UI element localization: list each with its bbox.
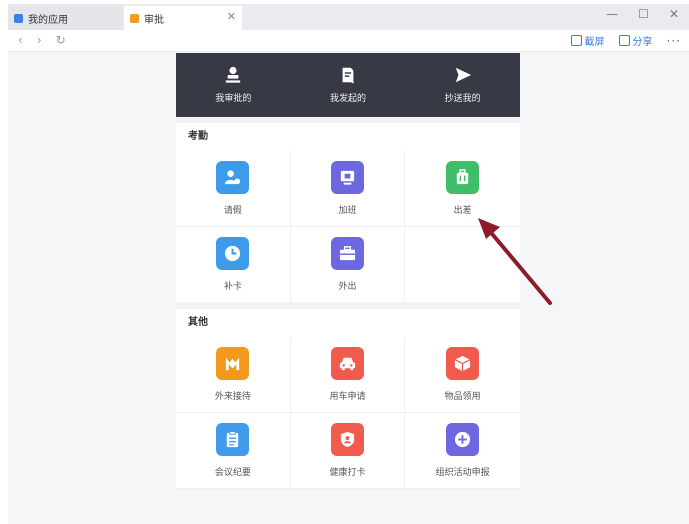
app-label: 用车申请 (329, 392, 366, 402)
app-label: 物品领用 (444, 392, 481, 402)
reception-icon (216, 347, 250, 380)
app-punch-fix[interactable]: 补卡 (176, 227, 291, 303)
stamp-icon (226, 66, 241, 83)
header-item-label: 抄送我的 (444, 94, 481, 104)
header-item-initiated[interactable]: 我发起的 (291, 53, 406, 117)
screenshot-label: 截屏 (584, 37, 605, 48)
minimize-icon[interactable]: — (606, 7, 618, 21)
briefcase-icon (330, 237, 364, 270)
tab-approval[interactable]: 审批 ✕ (124, 6, 242, 30)
other-grid: 外来接待 用车申请 物品领用 会议纪要 健康打卡 组织活动申报 (176, 337, 520, 489)
overtime-icon (330, 161, 364, 194)
app-visitor-reception[interactable]: 外来接待 (176, 337, 291, 413)
section-title-attendance: 考勤 (176, 123, 520, 151)
clipboard-icon (216, 423, 250, 456)
car-icon (330, 347, 364, 380)
browser-window: 我的应用 审批 ✕ — ☐ ✕ ‹ › ↻ 截屏 分享 ··· 我审批的 我发起… (8, 4, 689, 524)
app-business-trip[interactable]: 出差 (405, 151, 520, 227)
send-icon (455, 67, 471, 83)
app-health-checkin[interactable]: 健康打卡 (290, 413, 406, 489)
app-label: 健康打卡 (329, 468, 366, 478)
header-item-label: 我审批的 (215, 94, 252, 104)
tab-label: 审批 (144, 14, 164, 26)
header-item-my-approvals[interactable]: 我审批的 (176, 53, 291, 117)
more-icon[interactable]: ··· (667, 34, 681, 48)
refresh-icon[interactable]: ↻ (56, 33, 66, 47)
app-label: 出差 (453, 206, 472, 216)
app-event-application[interactable]: 组织活动申报 (405, 413, 520, 489)
app-label: 请假 (223, 206, 242, 216)
clock-icon (216, 237, 250, 270)
app-meeting-minutes[interactable]: 会议纪要 (176, 413, 291, 489)
app-label: 组织活动申报 (435, 468, 490, 478)
screenshot-button[interactable]: 截屏 (570, 33, 605, 48)
app-label: 会议纪要 (214, 468, 251, 478)
attendance-grid: 请假 加班 出差 补卡 外出 (176, 151, 520, 303)
header-item-cc[interactable]: 抄送我的 (405, 53, 520, 117)
shield-icon (330, 423, 364, 456)
nav-buttons: ‹ › ↻ (18, 33, 66, 47)
section-title-other: 其他 (176, 309, 520, 337)
app-label: 加班 (338, 206, 357, 216)
share-label: 分享 (632, 37, 653, 48)
approval-icon (130, 13, 139, 23)
approval-header: 我审批的 我发起的 抄送我的 (176, 53, 520, 117)
approval-panel: 我审批的 我发起的 抄送我的 考勤 请假 加班 出差 补卡 外出 其他 外来接待… (176, 53, 520, 489)
tab-my-apps[interactable]: 我的应用 (8, 6, 123, 30)
empty-cell (405, 227, 520, 303)
window-controls: — ☐ ✕ (606, 7, 679, 21)
toolbar-tools: 截屏 分享 ··· (570, 33, 681, 48)
toolbar: ‹ › ↻ 截屏 分享 ··· (8, 30, 689, 52)
plus-circle-icon (446, 423, 480, 456)
document-icon (342, 67, 355, 84)
tab-bar: 我的应用 审批 ✕ — ☐ ✕ (8, 4, 689, 30)
app-label: 补卡 (223, 282, 242, 292)
close-icon[interactable]: ✕ (227, 10, 236, 23)
app-leave[interactable]: 请假 (176, 151, 291, 227)
app-item-requisition[interactable]: 物品领用 (405, 337, 520, 413)
app-label: 外出 (338, 282, 357, 292)
app-vehicle-request[interactable]: 用车申请 (290, 337, 406, 413)
app-label: 外来接待 (214, 392, 251, 402)
app-icon (14, 13, 23, 23)
box-icon (446, 347, 480, 380)
maximize-icon[interactable]: ☐ (638, 7, 649, 21)
screenshot-icon (570, 35, 582, 46)
back-icon[interactable]: ‹ (18, 33, 23, 47)
share-button[interactable]: 分享 (618, 33, 653, 48)
app-overtime[interactable]: 加班 (290, 151, 406, 227)
leave-icon (216, 161, 250, 194)
luggage-icon (446, 161, 480, 194)
share-icon (618, 35, 630, 46)
header-item-label: 我发起的 (330, 94, 367, 104)
tab-label: 我的应用 (28, 14, 68, 26)
window-close-icon[interactable]: ✕ (669, 7, 679, 21)
app-go-out[interactable]: 外出 (290, 227, 406, 303)
forward-icon[interactable]: › (37, 33, 42, 47)
